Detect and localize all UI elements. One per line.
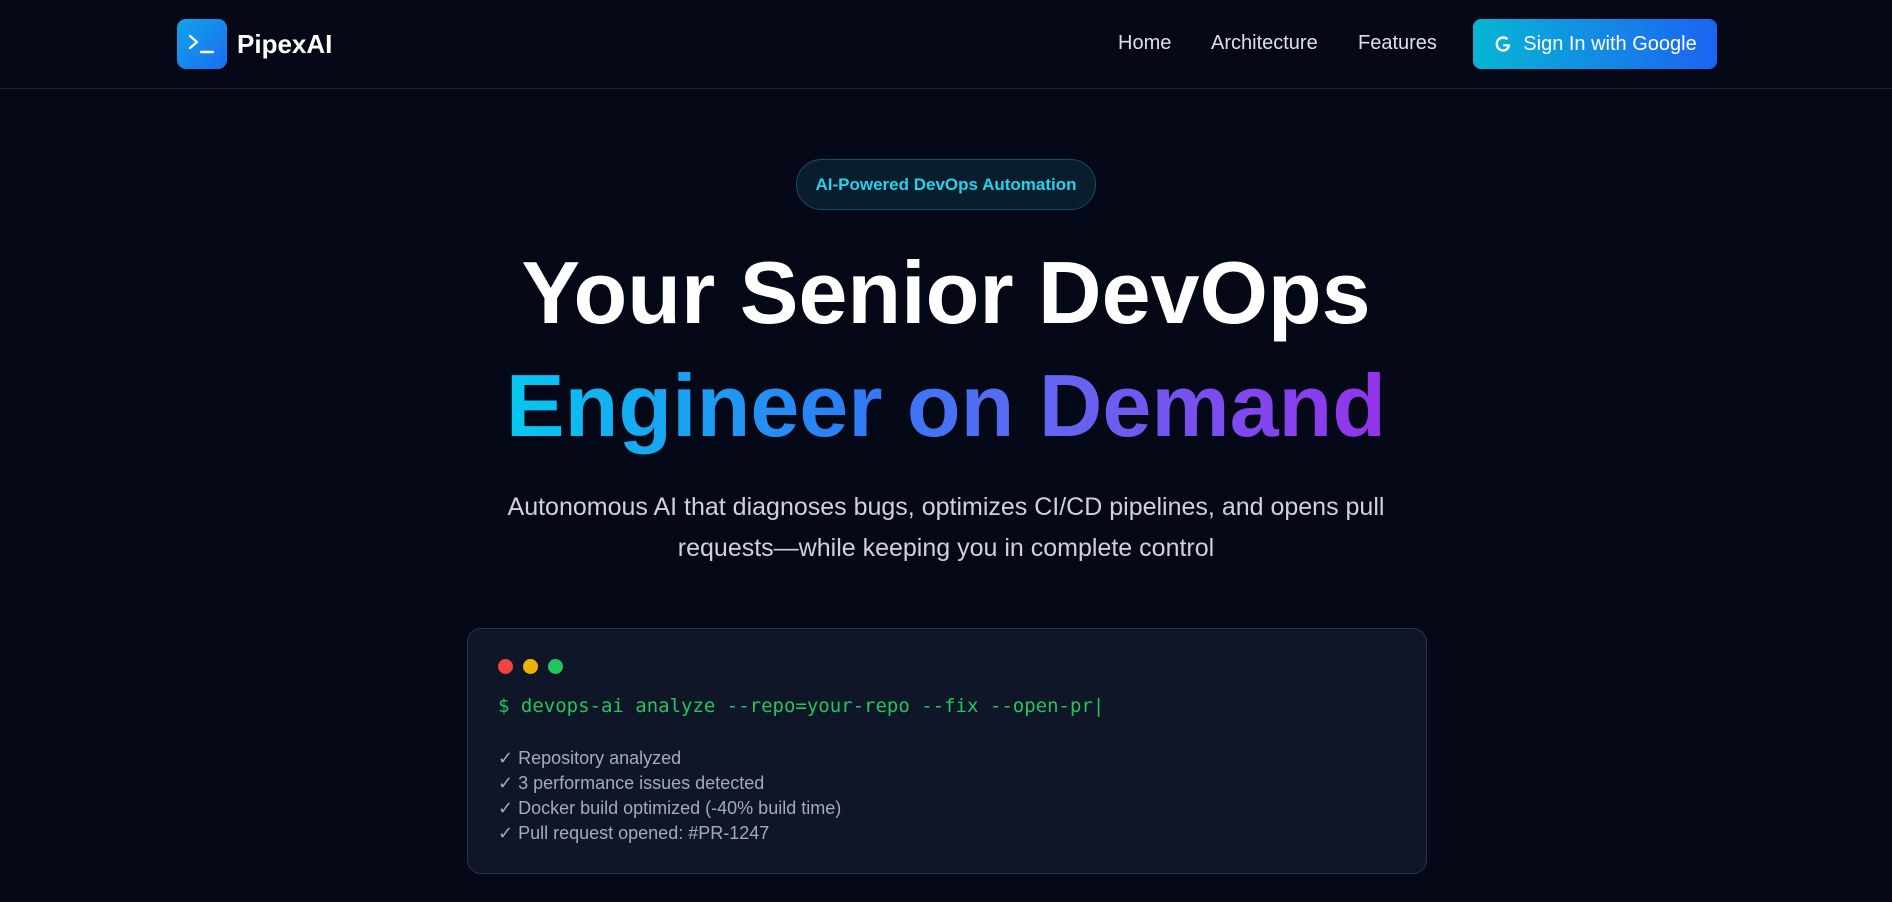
hero-badge: AI-Powered DevOps Automation: [796, 159, 1096, 210]
terminal-output-line: ✓ Docker build optimized (-40% build tim…: [498, 798, 842, 818]
terminal-output-line: ✓ Repository analyzed: [498, 748, 682, 768]
nav-architecture-link[interactable]: Architecture: [1211, 32, 1318, 55]
window-minimize-dot-icon: [523, 659, 538, 674]
hero-title-line2: Engineer on Demand: [0, 351, 1892, 461]
terminal-command: $ devops-ai analyze --repo=your-repo --f…: [498, 695, 1105, 717]
navbar: PipexAI Home Architecture Features Sign …: [0, 0, 1892, 89]
terminal-output-line: ✓ 3 performance issues detected: [498, 773, 765, 793]
hero-title-gradient-text: Engineer on Demand: [505, 356, 1387, 455]
hero-subtitle: Autonomous AI that diagnoses bugs, optim…: [507, 493, 1385, 562]
terminal-window: $ devops-ai analyze --repo=your-repo --f…: [467, 628, 1427, 874]
window-close-dot-icon: [498, 659, 513, 674]
nav-home-link[interactable]: Home: [1118, 32, 1171, 55]
terminal-output: ✓ Repository analyzed ✓ 3 performance is…: [498, 746, 841, 846]
window-maximize-dot-icon: [548, 659, 563, 674]
google-icon: [1493, 34, 1513, 54]
nav-features-link[interactable]: Features: [1358, 32, 1437, 55]
hero-title-line1: Your Senior DevOps: [521, 243, 1371, 342]
sign-in-label: Sign In with Google: [1523, 32, 1697, 55]
sign-in-google-button[interactable]: Sign In with Google: [1473, 19, 1717, 69]
terminal-output-line: ✓ Pull request opened: #PR-1247: [498, 823, 770, 843]
